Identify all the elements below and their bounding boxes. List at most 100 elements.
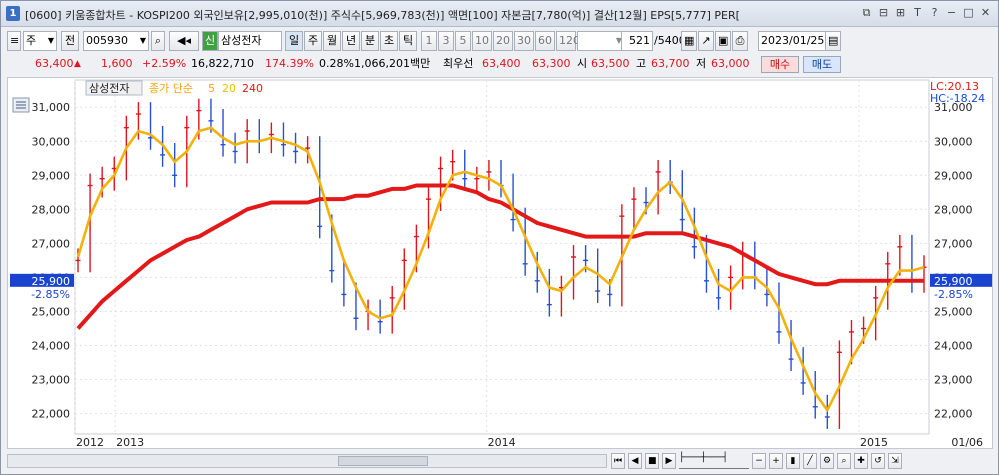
x-axis: 2012 2013 2014 2015 01/06 xyxy=(76,436,983,449)
toolbar: ≡ 주 ▼ 전 005930 ▼ ⌕ ◀◂ 신 삼성전자 일 주 월 년 분 초… xyxy=(1,31,998,53)
candle-icon[interactable]: ▮ xyxy=(786,453,800,469)
count-input[interactable]: 521 xyxy=(621,31,653,51)
tab-tick[interactable]: 틱 xyxy=(399,31,417,51)
title-controls: ⧉ ⊟ ⊞ T ? − □ ✕ xyxy=(860,6,992,20)
legend-ma-20: 20 xyxy=(222,82,236,95)
reset-icon[interactable]: ↺ xyxy=(871,453,885,469)
trade-amount: 1,066,201백만 xyxy=(354,57,431,70)
stock-name: 삼성전자 xyxy=(218,31,282,51)
x-label: 2015 xyxy=(860,436,888,449)
x-label: 2014 xyxy=(488,436,516,449)
status-bar: ⏮ ◀ ■ ▶ ├───┼───┤ − + ▮ ╱ ⚙ ⌕ ✚ ↺ ⇲ xyxy=(1,451,998,473)
tab-week[interactable]: 주 xyxy=(304,31,322,51)
window-icon[interactable]: ⊞ xyxy=(894,6,907,20)
navigation-controls: ⏮ ◀ ■ ▶ ├───┼───┤ − + ▮ ╱ ⚙ ⌕ ✚ ↺ ⇲ xyxy=(611,453,902,469)
y-tick-left: 28,000 xyxy=(32,203,71,216)
tab-minute[interactable]: 분 xyxy=(361,31,379,51)
tab-second[interactable]: 초 xyxy=(380,31,398,51)
y-axis-right: 31,00030,00029,00028,00027,00026,00025,0… xyxy=(934,101,973,420)
sound-icon[interactable]: ◀◂ xyxy=(169,31,199,51)
y-tick-right: 24,000 xyxy=(934,340,973,353)
interval-20[interactable]: 20 xyxy=(493,31,513,51)
line-icon[interactable]: ╱ xyxy=(803,453,817,469)
trend-tool-icon[interactable]: ↗ xyxy=(698,31,714,51)
period-select[interactable]: 주 ▼ xyxy=(23,31,57,51)
interval-30[interactable]: 30 xyxy=(514,31,534,51)
prev-button[interactable]: 전 xyxy=(61,31,79,51)
code-value: 005930 xyxy=(86,34,128,47)
stop-icon[interactable]: ■ xyxy=(645,453,659,469)
y-tick-right: 30,000 xyxy=(934,135,973,148)
zoom-in-icon[interactable]: + xyxy=(769,453,783,469)
close-icon[interactable]: ✕ xyxy=(979,6,992,20)
buy-button[interactable]: 매수 xyxy=(761,56,799,73)
current-price: 63,400 xyxy=(35,57,74,70)
font-size-icon[interactable]: T xyxy=(911,6,924,20)
y-tick-left: 24,000 xyxy=(32,340,71,353)
code-input[interactable]: 005930 ▼ xyxy=(83,31,149,51)
export-icon[interactable]: ⇲ xyxy=(888,453,902,469)
y-tick-left: 22,000 xyxy=(32,408,71,421)
minimize-icon[interactable]: − xyxy=(945,6,958,20)
turnover-pct: 0.28% xyxy=(319,57,354,70)
app-icon: 1 xyxy=(6,6,20,21)
quote-bar: 63,400 ▲ 1,600 +2.59% 16,822,710 174.39%… xyxy=(1,55,998,73)
sell-button[interactable]: 매도 xyxy=(803,56,841,73)
next-icon[interactable]: ▶ xyxy=(662,453,676,469)
interval-1[interactable]: 1 xyxy=(421,31,437,51)
search-icon[interactable]: ⌕ xyxy=(151,31,165,51)
legend-ma-5: 5 xyxy=(208,82,215,95)
y-tick-right: 29,000 xyxy=(934,169,973,182)
interval-custom-select[interactable]: ▼ xyxy=(577,31,625,51)
y-axis-left: 31,00030,00029,00028,00027,00026,00025,0… xyxy=(32,101,71,420)
current-price-value: 25,900 xyxy=(32,275,71,288)
tab-year[interactable]: 년 xyxy=(342,31,360,51)
y-tick-right: 28,000 xyxy=(934,203,973,216)
chart-area[interactable]: 31,00030,00029,00028,00027,00026,00025,0… xyxy=(7,77,993,449)
save-icon[interactable]: ▣ xyxy=(715,31,731,51)
tab-month[interactable]: 월 xyxy=(323,31,341,51)
zoom-out-icon[interactable]: − xyxy=(752,453,766,469)
chart-menu-icon[interactable]: ≡ xyxy=(7,31,21,51)
current-change-value: -2.85% xyxy=(31,288,70,301)
scrollbar-thumb[interactable] xyxy=(338,456,428,466)
restore-icon[interactable]: ⊟ xyxy=(877,6,890,20)
open-label: 시 xyxy=(577,57,588,70)
current-change-value: -2.85% xyxy=(934,288,973,301)
price-change: 1,600 xyxy=(101,57,133,70)
chevron-down-icon: ▼ xyxy=(139,36,146,45)
high-label: 고 xyxy=(636,57,647,70)
interval-120[interactable]: 120 xyxy=(556,31,580,51)
tab-day[interactable]: 일 xyxy=(285,31,303,51)
window-title: [0600] 키움종합차트 - KOSPI200 외국인보유[2,995,010… xyxy=(25,9,740,22)
y-tick-left: 29,000 xyxy=(32,169,71,182)
crosshair-icon[interactable]: ✚ xyxy=(854,453,868,469)
prev-icon[interactable]: ◀ xyxy=(628,453,642,469)
first-icon[interactable]: ⏮ xyxy=(611,453,625,469)
help-icon[interactable]: ? xyxy=(928,6,941,20)
interval-10[interactable]: 10 xyxy=(472,31,492,51)
y-tick-left: 30,000 xyxy=(32,135,71,148)
chart-type-icon[interactable]: ▦ xyxy=(681,31,697,51)
notes-icon[interactable]: ⧉ xyxy=(860,6,873,20)
price-chart[interactable]: 31,00030,00029,00028,00027,00026,00025,0… xyxy=(8,78,994,450)
horizontal-scrollbar[interactable] xyxy=(7,454,607,468)
print-icon[interactable]: ⎙ xyxy=(732,31,748,51)
date-input[interactable]: 2023/01/25 xyxy=(758,31,826,51)
zoom-slider[interactable]: ├───┼───┤ xyxy=(679,453,749,469)
interval-3[interactable]: 3 xyxy=(438,31,454,51)
y-tick-left: 25,000 xyxy=(32,305,71,318)
period-select-value: 주 xyxy=(26,34,37,47)
low-label: 저 xyxy=(696,57,707,70)
interval-5[interactable]: 5 xyxy=(455,31,471,51)
chevron-down-icon: ▼ xyxy=(47,36,54,45)
settings-icon[interactable]: ⚙ xyxy=(820,453,834,469)
calendar-icon[interactable]: ▤ xyxy=(825,31,841,51)
y-tick-left: 31,000 xyxy=(32,101,71,114)
x-label: 2012 xyxy=(76,436,104,449)
interval-60[interactable]: 60 xyxy=(535,31,555,51)
current-price-marker-left: 25,900-2.85% xyxy=(10,273,74,301)
magnify-icon[interactable]: ⌕ xyxy=(837,453,851,469)
title-bar[interactable]: 1 [0600] 키움종합차트 - KOSPI200 외국인보유[2,995,0… xyxy=(1,1,998,27)
maximize-icon[interactable]: □ xyxy=(962,6,975,20)
